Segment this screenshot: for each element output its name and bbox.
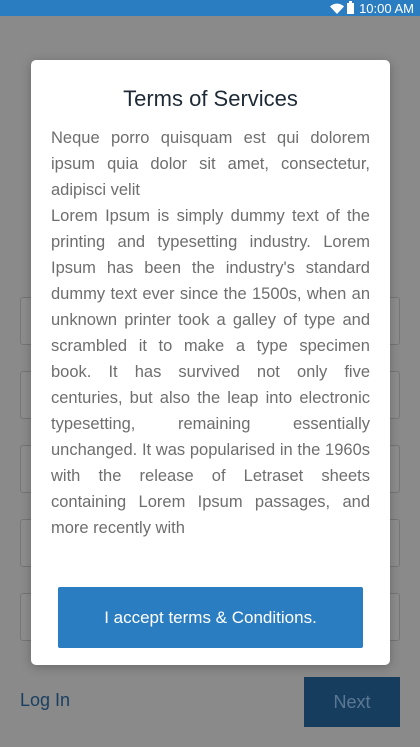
dialog-title: Terms of Services [123,86,298,111]
terms-dialog: Terms of Services Neque porro quisquam e… [31,60,390,665]
terms-paragraph-2: Lorem Ipsum is simply dummy text of the … [51,207,370,537]
wifi-icon [330,3,345,14]
status-bar: 10:00 AM [0,0,420,16]
next-button[interactable]: Next [304,677,400,727]
terms-text-scroll[interactable]: Neque porro quisquam est qui dolorem ips… [51,125,370,538]
accept-terms-button[interactable]: I accept terms & Conditions. [58,587,363,648]
status-time: 10:00 AM [359,0,414,16]
battery-icon [347,0,355,14]
login-link[interactable]: Log In [20,690,70,711]
terms-paragraph-1: Neque porro quisquam est qui dolorem ips… [51,129,370,199]
